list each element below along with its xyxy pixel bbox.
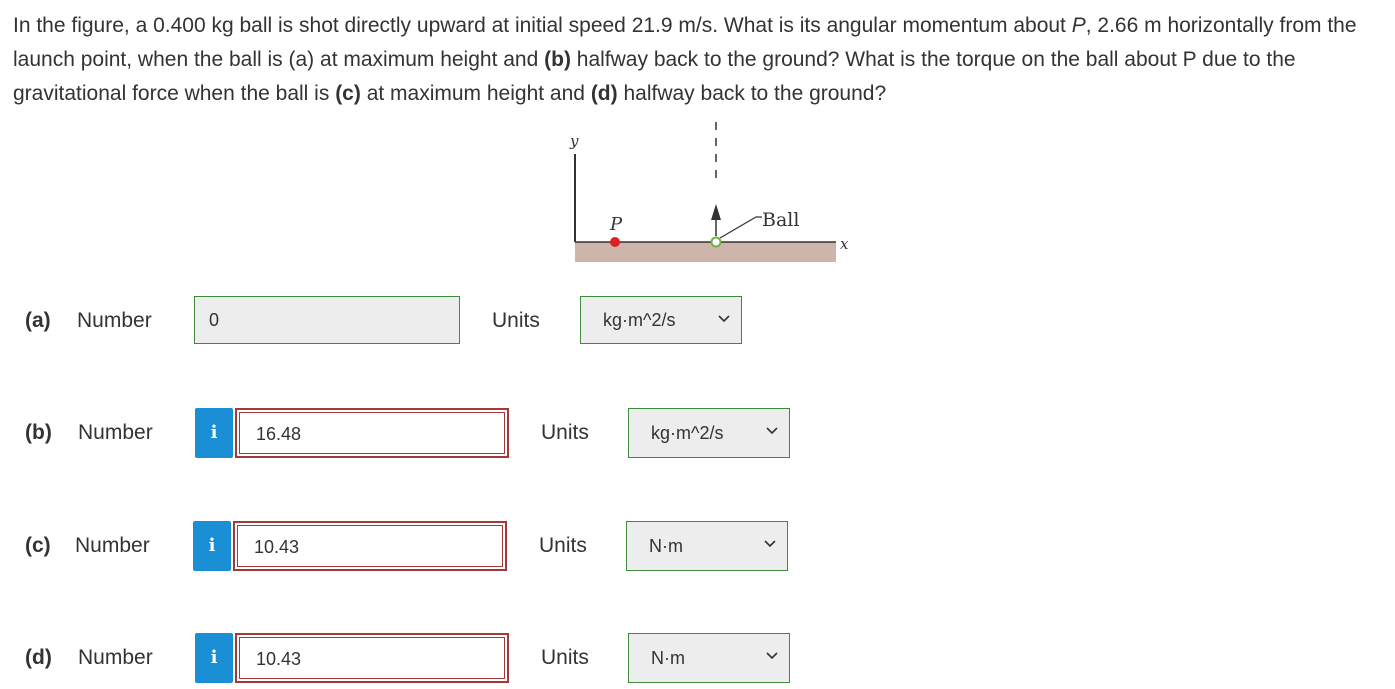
- question-text: In the figure, a 0.400 kg ball is shot d…: [13, 9, 1388, 111]
- ball-marker: [710, 236, 722, 248]
- chevron-down-icon: [766, 427, 778, 435]
- units-value-b: kg·m^2/s: [651, 423, 724, 443]
- question-label-c: (c): [335, 82, 361, 105]
- info-icon[interactable]: i: [195, 408, 233, 458]
- point-p-label: P: [609, 214, 623, 235]
- number-input-c[interactable]: 10.43: [233, 521, 507, 571]
- number-input-b[interactable]: 16.48: [235, 408, 509, 458]
- part-label-b: (b): [25, 421, 52, 444]
- units-select-a[interactable]: kg·m^2/s: [580, 296, 742, 344]
- chevron-down-icon: [764, 540, 776, 548]
- chevron-down-icon: [766, 652, 778, 660]
- info-icon[interactable]: i: [195, 633, 233, 683]
- units-label-a: Units: [492, 309, 540, 332]
- question-part-4: at maximum height and: [360, 82, 591, 105]
- number-value-d[interactable]: 10.43: [239, 637, 505, 679]
- number-label-a: Number: [77, 309, 152, 332]
- units-value-d: N·m: [651, 648, 685, 668]
- ball-label: Ball: [762, 209, 799, 231]
- question-part-5: halfway back to the ground?: [617, 82, 887, 105]
- units-select-c[interactable]: N·m: [626, 521, 788, 571]
- units-label-b: Units: [541, 421, 589, 444]
- number-label-b: Number: [78, 421, 153, 444]
- question-label-b: (b): [544, 48, 571, 71]
- part-label-a: (a): [25, 309, 51, 332]
- physics-figure: y x P Ball: [569, 122, 849, 262]
- units-label-d: Units: [541, 646, 589, 669]
- units-value-c: N·m: [649, 536, 683, 556]
- number-label-d: Number: [78, 646, 153, 669]
- x-axis-label: x: [840, 235, 849, 253]
- units-label-c: Units: [539, 534, 587, 557]
- answer-row-a: (a) Number 0 Units kg·m^2/s: [0, 296, 1395, 346]
- point-p-marker: [610, 237, 620, 247]
- number-label-c: Number: [75, 534, 150, 557]
- question-point-p: P: [1071, 14, 1086, 37]
- number-input-d[interactable]: 10.43: [235, 633, 509, 683]
- units-select-b[interactable]: kg·m^2/s: [628, 408, 790, 458]
- part-label-d: (d): [25, 646, 52, 669]
- info-icon[interactable]: i: [193, 521, 231, 571]
- number-value-b[interactable]: 16.48: [239, 412, 505, 454]
- question-part-1: In the figure, a 0.400 kg ball is shot d…: [13, 14, 1072, 37]
- y-axis-label: y: [569, 132, 579, 150]
- part-label-c: (c): [25, 534, 51, 557]
- chevron-down-icon: [718, 315, 730, 323]
- velocity-arrow-head: [711, 204, 721, 220]
- number-value-c[interactable]: 10.43: [237, 525, 503, 567]
- ball-leader-line: [719, 216, 762, 239]
- units-select-d[interactable]: N·m: [628, 633, 790, 683]
- answer-row-b: (b) Number i 16.48 Units kg·m^2/s: [0, 408, 1395, 458]
- units-value-a: kg·m^2/s: [603, 310, 676, 330]
- question-label-d: (d): [590, 82, 618, 105]
- number-input-a[interactable]: 0: [194, 296, 460, 344]
- answer-row-c: (c) Number i 10.43 Units N·m: [0, 521, 1395, 571]
- answer-row-d: (d) Number i 10.43 Units N·m: [0, 633, 1395, 683]
